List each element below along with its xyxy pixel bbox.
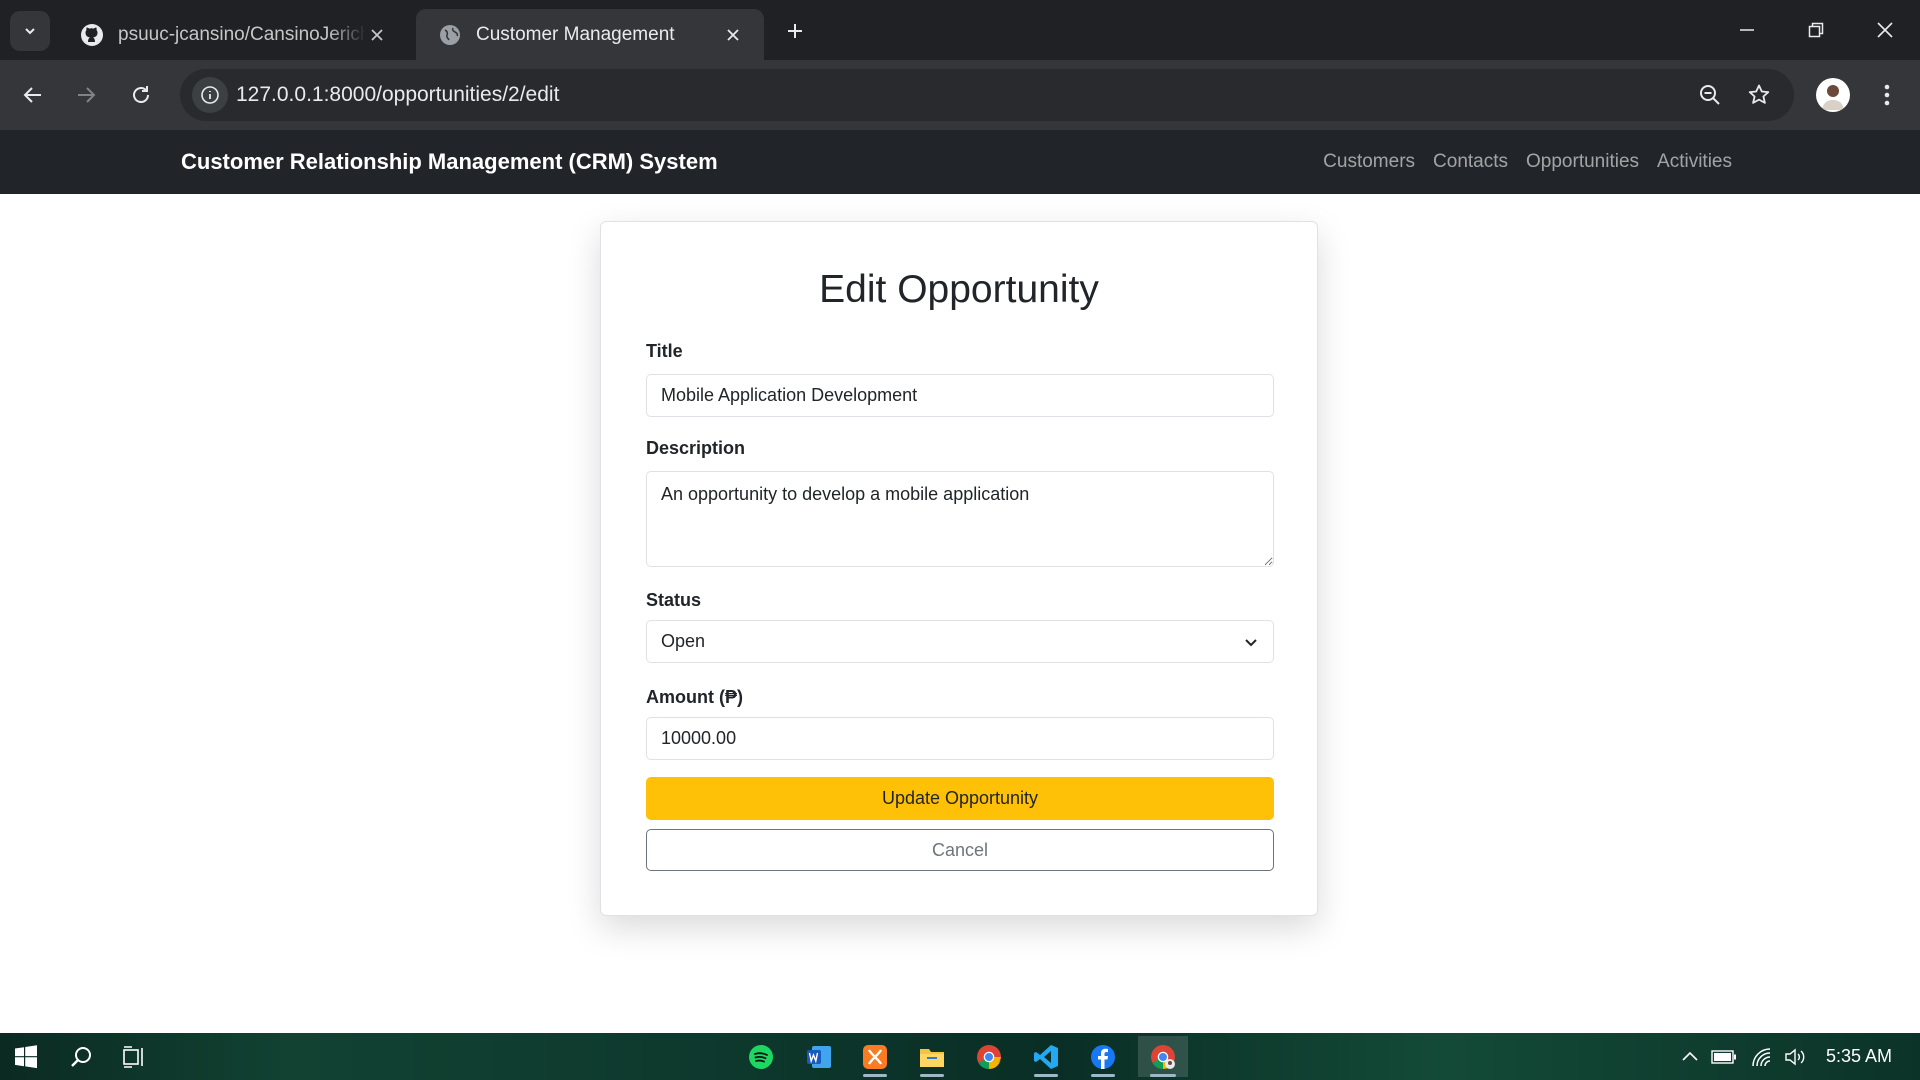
globe-icon — [438, 23, 462, 47]
brand-title[interactable]: Customer Relationship Management (CRM) S… — [181, 130, 718, 194]
nav-link-opportunities[interactable]: Opportunities — [1526, 151, 1639, 173]
update-opportunity-button[interactable]: Update Opportunity — [646, 777, 1274, 820]
plus-icon — [788, 24, 802, 38]
battery-icon — [1711, 1050, 1736, 1064]
close-window-button[interactable] — [1860, 10, 1910, 50]
running-indicator — [1150, 1074, 1176, 1077]
close-icon[interactable] — [722, 24, 744, 46]
github-icon — [80, 23, 104, 47]
running-indicator — [1091, 1074, 1115, 1077]
taskbar-chrome-profile[interactable] — [1138, 1036, 1188, 1077]
nav-links: Customers Contacts Opportunities Activit… — [1323, 130, 1732, 194]
zoom-out-icon — [1700, 85, 1720, 105]
address-bar[interactable]: 127.0.0.1:8000/opportunities/2/edit — [180, 69, 1794, 121]
windows-taskbar: 5:35 AM — [0, 1033, 1920, 1080]
amount-input[interactable] — [646, 717, 1274, 760]
chevron-down-icon — [25, 28, 35, 35]
tab-title: psuuc-jcansino/CansinoJericho — [118, 23, 366, 45]
windows-icon — [15, 1044, 37, 1068]
reload-button[interactable] — [121, 75, 161, 115]
more-vertical-icon — [1884, 84, 1890, 106]
site-info-button[interactable] — [192, 77, 228, 113]
spotify-icon — [749, 1044, 773, 1069]
chevron-down-icon — [1245, 638, 1257, 646]
nav-link-customers[interactable]: Customers — [1323, 151, 1415, 173]
minimize-button[interactable] — [1722, 10, 1772, 50]
tab-title: Customer Management — [476, 23, 675, 45]
running-indicator — [920, 1074, 944, 1077]
url-text[interactable]: 127.0.0.1:8000/opportunities/2/edit — [236, 69, 559, 121]
search-icon — [71, 1046, 91, 1067]
chevron-up-icon — [1682, 1051, 1698, 1061]
taskbar-file-explorer[interactable] — [910, 1036, 954, 1077]
browser-tab-strip: psuuc-jcansino/CansinoJericho Customer M… — [0, 0, 1920, 60]
running-indicator — [1034, 1074, 1058, 1077]
tab-customer-management[interactable]: Customer Management — [416, 9, 764, 60]
chrome-icon — [977, 1044, 1001, 1069]
bookmark-button[interactable] — [1743, 79, 1775, 111]
volume-indicator[interactable] — [1782, 1043, 1810, 1071]
taskbar-chrome[interactable] — [967, 1036, 1011, 1077]
description-label: Description — [646, 438, 746, 458]
star-icon — [1748, 84, 1770, 104]
taskbar-spotify[interactable] — [739, 1036, 783, 1077]
task-view-icon — [123, 1045, 143, 1068]
task-view-button[interactable] — [113, 1036, 157, 1077]
status-select[interactable]: Open — [646, 620, 1274, 663]
start-button[interactable] — [4, 1036, 48, 1077]
amount-label: Amount (₱) — [646, 687, 743, 707]
edit-opportunity-card: Edit Opportunity Title Description An op… — [600, 221, 1318, 916]
back-button[interactable] — [13, 75, 53, 115]
word-icon — [807, 1045, 831, 1068]
avatar-icon — [1822, 85, 1844, 110]
vscode-icon — [1034, 1044, 1058, 1069]
close-icon — [1877, 22, 1893, 38]
minimize-icon — [1740, 29, 1754, 31]
xampp-icon — [863, 1044, 887, 1069]
reload-icon — [133, 86, 149, 103]
taskbar-facebook[interactable] — [1081, 1036, 1125, 1077]
browser-toolbar: 127.0.0.1:8000/opportunities/2/edit — [0, 60, 1920, 130]
forward-button[interactable] — [66, 75, 106, 115]
status-label: Status — [646, 590, 702, 610]
arrow-right-icon — [78, 87, 96, 103]
file-explorer-icon — [920, 1048, 944, 1067]
nav-link-activities[interactable]: Activities — [1657, 151, 1732, 173]
zoom-button[interactable] — [1694, 79, 1726, 111]
browser-menu-button[interactable] — [1872, 77, 1902, 113]
facebook-icon — [1091, 1044, 1115, 1069]
network-indicator[interactable] — [1748, 1043, 1776, 1071]
taskbar-vscode[interactable] — [1024, 1036, 1068, 1077]
restore-button[interactable] — [1791, 10, 1841, 50]
show-hidden-icons-button[interactable] — [1676, 1043, 1704, 1071]
profile-avatar[interactable] — [1816, 78, 1850, 112]
nav-link-contacts[interactable]: Contacts — [1433, 151, 1508, 173]
running-indicator — [863, 1074, 887, 1077]
tab-search-button[interactable] — [10, 11, 50, 51]
page-title: Edit Opportunity — [819, 268, 1099, 311]
title-label: Title — [646, 341, 683, 361]
taskbar-word[interactable] — [797, 1036, 841, 1077]
arrow-left-icon — [23, 87, 41, 103]
speaker-icon — [1785, 1048, 1805, 1066]
close-icon[interactable] — [366, 24, 388, 46]
cancel-button[interactable]: Cancel — [646, 829, 1274, 871]
crm-navbar: Customer Relationship Management (CRM) S… — [0, 130, 1920, 194]
status-selected-value: Open — [661, 631, 706, 651]
taskbar-xampp[interactable] — [853, 1036, 897, 1077]
restore-icon — [1808, 22, 1824, 38]
battery-indicator[interactable] — [1710, 1043, 1738, 1071]
wifi-icon — [1752, 1048, 1771, 1067]
new-tab-button[interactable] — [780, 16, 810, 46]
description-textarea[interactable]: An opportunity to develop a mobile appli… — [646, 471, 1274, 567]
info-icon — [201, 86, 219, 104]
chrome-profile-icon — [1151, 1044, 1175, 1069]
system-clock[interactable]: 5:35 AM — [1826, 1033, 1892, 1080]
tab-github[interactable]: psuuc-jcansino/CansinoJericho — [58, 9, 408, 60]
title-input[interactable] — [646, 374, 1274, 417]
search-button[interactable] — [59, 1036, 103, 1077]
